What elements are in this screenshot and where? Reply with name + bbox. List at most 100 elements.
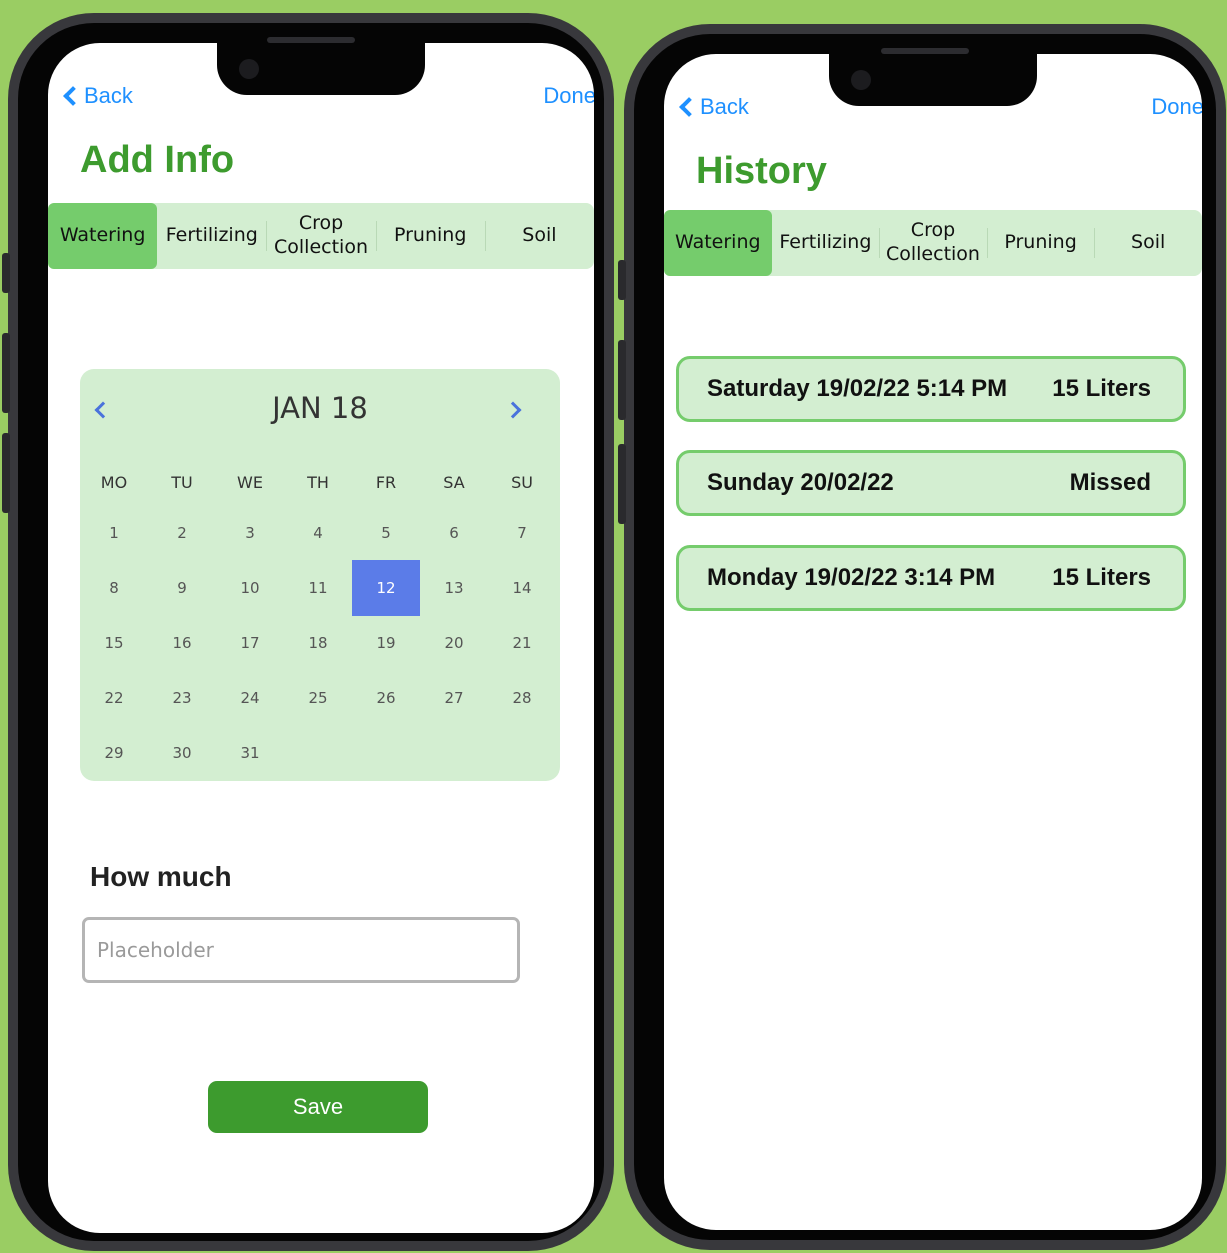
weekday-label: MO <box>100 473 128 492</box>
save-button[interactable]: Save <box>208 1081 428 1133</box>
calendar-day[interactable]: 5 <box>352 505 420 561</box>
history-phone: Back Done History Watering Fertilizing Cro… <box>618 24 1226 1250</box>
tab-crop-collection[interactable]: Crop Collection <box>879 210 987 276</box>
back-button[interactable]: Back <box>62 83 133 109</box>
camera-icon <box>239 59 259 79</box>
tab-label: Crop Collection <box>885 219 980 265</box>
history-entry[interactable]: Monday 19/02/22 3:14 PM 15 Liters <box>676 545 1186 611</box>
calendar-day[interactable]: 4 <box>284 505 352 561</box>
camera-icon <box>851 70 871 90</box>
calendar-day[interactable]: 6 <box>420 505 488 561</box>
history-entry-amount: 15 Liters <box>1052 375 1151 402</box>
tab-label: Watering <box>675 231 761 254</box>
tab-label: Fertilizing <box>779 231 872 254</box>
calendar-day-selected[interactable]: 12 <box>352 560 420 616</box>
chevron-right-icon <box>504 401 522 419</box>
phone-volume-up-button <box>618 340 626 420</box>
calendar-day[interactable]: 24 <box>216 670 284 726</box>
previous-month-button[interactable] <box>94 401 112 419</box>
calendar-day[interactable]: 2 <box>148 505 216 561</box>
tab-label: Watering <box>59 224 146 247</box>
add-info-screen: Back Done Add Info Watering Fertilizing Cr… <box>48 43 594 1233</box>
tab-label: Crop Collection <box>274 212 368 258</box>
calendar-day[interactable]: 15 <box>80 615 148 671</box>
tab-pruning[interactable]: Pruning <box>375 203 485 269</box>
tab-watering[interactable]: Watering <box>664 210 772 276</box>
tab-soil[interactable]: Soil <box>484 203 594 269</box>
calendar-day[interactable]: 29 <box>80 725 148 781</box>
calendar-day[interactable]: 30 <box>148 725 216 781</box>
page-title: Add Info <box>80 139 235 181</box>
tab-label: Soil <box>1131 231 1166 254</box>
history-entry-date: Monday 19/02/22 3:14 PM <box>707 564 996 591</box>
next-month-button[interactable] <box>504 401 522 419</box>
add-info-phone: Back Done Add Info Watering Fertilizing Cr… <box>2 13 614 1251</box>
back-button[interactable]: Back <box>678 94 749 120</box>
history-entry-date: Sunday 20/02/22 <box>707 469 894 496</box>
calendar-header: JAN 18 <box>80 391 560 431</box>
tab-label: Pruning <box>394 224 467 247</box>
done-button[interactable]: Done <box>1151 94 1202 120</box>
tab-pruning[interactable]: Pruning <box>986 210 1095 276</box>
phone-side-button <box>2 253 10 293</box>
done-button[interactable]: Done <box>543 83 594 109</box>
tab-label: Fertilizing <box>165 224 258 247</box>
calendar-day[interactable]: 11 <box>284 560 352 616</box>
calendar-day[interactable]: 8 <box>80 560 148 616</box>
back-label: Back <box>700 94 749 119</box>
weekday-label: SA <box>443 473 465 492</box>
weekday-label: TH <box>307 473 329 492</box>
calendar-day[interactable]: 21 <box>488 615 556 671</box>
weekday-label: FR <box>375 473 397 492</box>
calendar-month-label: JAN 18 <box>272 391 368 425</box>
calendar-day[interactable]: 14 <box>488 560 556 616</box>
weekday-label: SU <box>511 473 533 492</box>
calendar-day[interactable]: 13 <box>420 560 488 616</box>
calendar-day[interactable]: 9 <box>148 560 216 616</box>
calendar-day[interactable]: 22 <box>80 670 148 726</box>
calendar-day[interactable]: 28 <box>488 670 556 726</box>
calendar-day[interactable]: 19 <box>352 615 420 671</box>
amount-input[interactable] <box>82 917 520 983</box>
calendar-day[interactable]: 16 <box>148 615 216 671</box>
weekday-label: WE <box>237 473 263 492</box>
calendar-day[interactable]: 10 <box>216 560 284 616</box>
page-title: History <box>696 150 827 192</box>
phone-volume-up-button <box>2 333 10 413</box>
calendar-day[interactable]: 27 <box>420 670 488 726</box>
history-entry[interactable]: Saturday 19/02/22 5:14 PM 15 Liters <box>676 356 1186 422</box>
how-much-label: How much <box>90 861 232 892</box>
calendar-day[interactable]: 25 <box>284 670 352 726</box>
history-entry-amount: Missed <box>1069 469 1151 496</box>
history-entry-date: Saturday 19/02/22 5:14 PM <box>707 375 1008 402</box>
calendar-day[interactable]: 1 <box>80 505 148 561</box>
weekday-label: TU <box>171 473 193 492</box>
tab-crop-collection[interactable]: Crop Collection <box>266 203 375 269</box>
calendar-day[interactable]: 26 <box>352 670 420 726</box>
phone-volume-down-button <box>2 433 10 513</box>
phone-frame: Back Done Add Info Watering Fertilizing Cr… <box>18 23 604 1241</box>
calendar-day[interactable]: 7 <box>488 505 556 561</box>
phone-notch <box>217 43 425 95</box>
date-picker-calendar: JAN 18 MO TU WE TH FR SA SU 1 2 3 4 5 6 7 8 9 10 11 12 13 14… <box>80 369 560 781</box>
calendar-day[interactable]: 17 <box>216 615 284 671</box>
tab-label: Soil <box>522 224 557 247</box>
back-label: Back <box>84 83 133 108</box>
chevron-left-icon <box>63 86 83 106</box>
calendar-day[interactable]: 18 <box>284 615 352 671</box>
phone-volume-down-button <box>618 444 626 524</box>
tab-soil[interactable]: Soil <box>1094 210 1202 276</box>
calendar-day[interactable]: 20 <box>420 615 488 671</box>
phone-side-button <box>618 260 626 300</box>
tab-watering[interactable]: Watering <box>48 203 158 269</box>
phone-frame: Back Done History Watering Fertilizing Cro… <box>634 34 1216 1240</box>
tab-fertilizing[interactable]: Fertilizing <box>772 210 880 276</box>
calendar-day[interactable]: 23 <box>148 670 216 726</box>
tab-fertilizing[interactable]: Fertilizing <box>157 203 266 269</box>
calendar-day[interactable]: 31 <box>216 725 284 781</box>
calendar-day[interactable]: 3 <box>216 505 284 561</box>
category-tabs: Watering Fertilizing Crop Collection Prunin… <box>48 203 594 269</box>
history-entry[interactable]: Sunday 20/02/22 Missed <box>676 450 1186 516</box>
phone-notch <box>829 54 1037 106</box>
chevron-left-icon <box>679 97 699 117</box>
